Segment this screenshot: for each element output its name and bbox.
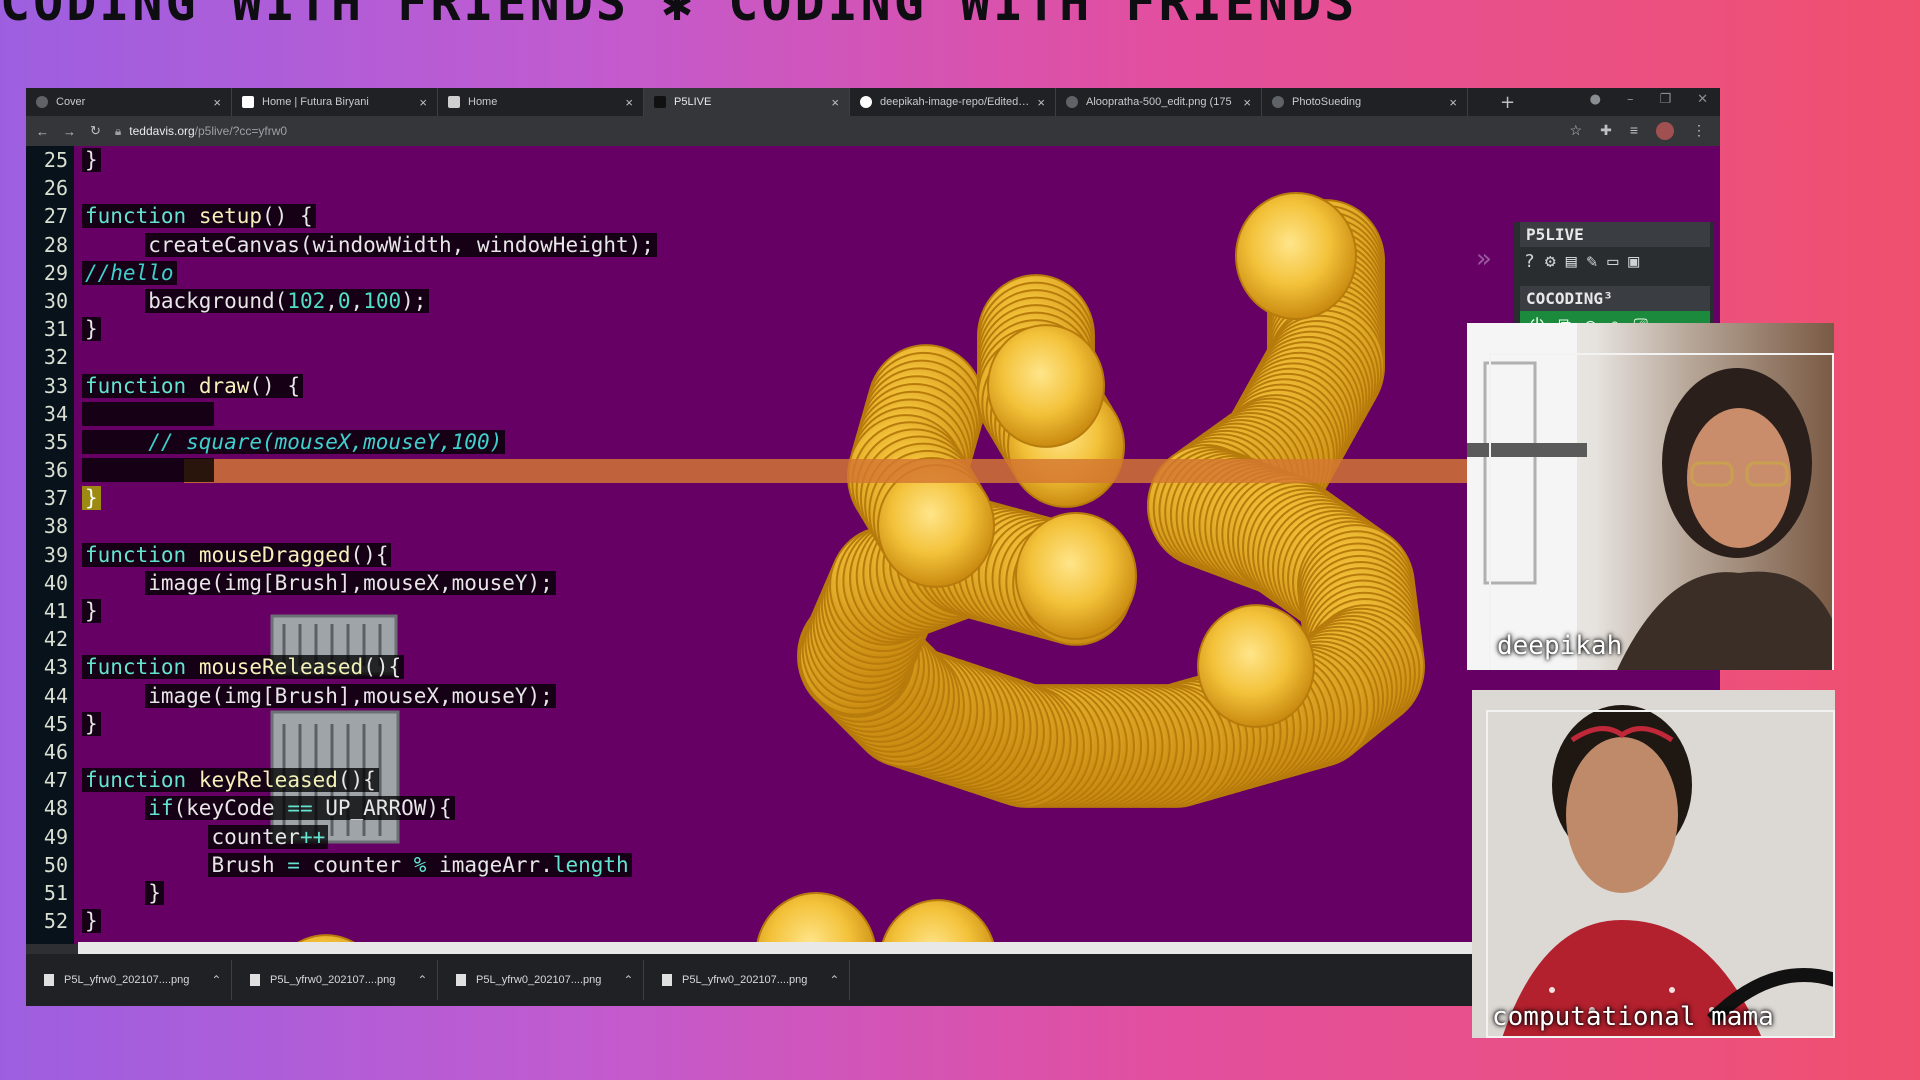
tab-github[interactable]: deepikah-image-repo/Edited ar × (850, 88, 1056, 116)
tab-bar: Cover × Home | Futura Biryani × Home × P5LI… (26, 88, 1720, 116)
record-icon[interactable]: ● (1590, 92, 1601, 107)
x-logo-icon (242, 96, 254, 108)
lock-icon: 🔒︎ (114, 123, 122, 138)
participant-name: deepikah (1497, 631, 1623, 661)
tab-aloopratha[interactable]: Aloopratha-500_edit.png (175 × (1056, 88, 1262, 116)
download-item[interactable]: P5L_yfrw0_202107....png ⌃ (232, 960, 438, 1000)
reload-icon[interactable]: ↻ (90, 123, 101, 139)
globe-icon (36, 96, 48, 108)
chevron-up-icon[interactable]: ⌃ (829, 973, 839, 987)
p5live-toolbar: ? ⚙ ▤ ✎ ▭ ▣ (1514, 247, 1714, 276)
close-icon[interactable]: × (1449, 95, 1457, 110)
menu-icon[interactable]: ⋮ (1692, 122, 1706, 140)
help-icon[interactable]: ? (1524, 251, 1535, 272)
downloads-bar: P5L_yfrw0_202107....png ⌃ P5L_yfrw0_20210… (26, 954, 1720, 1006)
tab-cover[interactable]: Cover × (26, 88, 232, 116)
close-icon[interactable]: × (1037, 95, 1045, 110)
paratha-image (987, 324, 1105, 448)
reading-list-icon[interactable]: ≡ (1630, 122, 1638, 140)
home-icon (448, 96, 460, 108)
paratha-image (877, 464, 995, 588)
line-number-gutter: 25 26 27 28 29 30 31 32 33 34 35 36 37 3… (26, 146, 74, 944)
forward-icon[interactable]: → (63, 124, 76, 139)
collapse-panel-icon[interactable]: » (1476, 244, 1492, 274)
paratha-image (1197, 604, 1315, 728)
webcam-computational-mama: computational mama (1472, 690, 1835, 1038)
reference-icon[interactable]: ▤ (1566, 251, 1577, 272)
star-icon[interactable]: ☆ (1570, 122, 1583, 140)
github-icon (860, 96, 872, 108)
banner-title: CODING WITH FRIENDS ✱ CODING WITH FRIEND… (0, 0, 1358, 32)
window-controls: ● – ❐ ✕ (1590, 92, 1708, 107)
back-icon[interactable]: ← (36, 124, 49, 139)
download-item[interactable]: P5L_yfrw0_202107....png ⌃ (644, 960, 850, 1000)
avatar[interactable] (1656, 122, 1674, 140)
tab-p5live[interactable]: P5LIVE × (644, 88, 850, 116)
p5-viewport[interactable]: 25 26 27 28 29 30 31 32 33 34 35 36 37 3… (26, 146, 1720, 944)
close-window-icon[interactable]: ✕ (1697, 92, 1708, 107)
file-icon (250, 974, 260, 986)
paratha-image (756, 892, 876, 944)
save-icon[interactable]: ▣ (1628, 251, 1639, 272)
close-icon[interactable]: × (625, 95, 633, 110)
webcam-deepikah: deepikah (1467, 323, 1834, 670)
maximize-icon[interactable]: ❐ (1659, 92, 1671, 107)
browser-window: Cover × Home | Futura Biryani × Home × P5LI… (26, 88, 1720, 1006)
file-icon (456, 974, 466, 986)
url-field[interactable]: 🔒︎ teddavis.org/p5live/?cc=yfrw0 (115, 124, 287, 139)
chevron-up-icon[interactable]: ⌃ (623, 973, 633, 987)
video-frame-border (1486, 710, 1835, 1038)
new-tab-button[interactable]: + (1500, 92, 1515, 113)
p5live-icon (654, 96, 666, 108)
p5live-title: P5LIVE (1520, 222, 1710, 247)
tab-photosueding[interactable]: PhotoSueding × (1262, 88, 1468, 116)
video-frame-border (1489, 353, 1834, 670)
cocoding-title: COCODING³ (1520, 286, 1710, 311)
minimize-icon[interactable]: – (1627, 92, 1634, 107)
close-icon[interactable]: × (213, 95, 221, 110)
globe-icon (1066, 96, 1078, 108)
paratha-image (881, 899, 995, 944)
browser-toolbar-icons: ☆ ✚ ≡ ⋮ (1570, 122, 1706, 140)
tab-home[interactable]: Home × (438, 88, 644, 116)
close-icon[interactable]: × (419, 95, 427, 110)
extensions-icon[interactable]: ✚ (1600, 122, 1612, 140)
file-icon (662, 974, 672, 986)
close-icon[interactable]: × (831, 95, 839, 110)
code-editor[interactable]: } function setup() { createCanvas(window… (82, 146, 657, 935)
paratha-image (1015, 512, 1137, 640)
download-item[interactable]: P5L_yfrw0_202107....png ⌃ (438, 960, 644, 1000)
paratha-image (1235, 192, 1357, 320)
chevron-up-icon[interactable]: ⌃ (417, 973, 427, 987)
globe-icon (1272, 96, 1284, 108)
present-icon[interactable]: ▭ (1607, 251, 1618, 272)
chevron-up-icon[interactable]: ⌃ (211, 973, 221, 987)
file-icon (44, 974, 54, 986)
edit-icon[interactable]: ✎ (1587, 251, 1598, 272)
horizontal-scrollbar[interactable] (78, 942, 1528, 954)
participant-name: computational mama (1492, 1002, 1774, 1032)
download-item[interactable]: P5L_yfrw0_202107....png ⌃ (26, 960, 232, 1000)
settings-icon[interactable]: ⚙ (1545, 251, 1556, 272)
tab-futura-biryani[interactable]: Home | Futura Biryani × (232, 88, 438, 116)
close-icon[interactable]: × (1243, 95, 1251, 110)
address-bar: ← → ↻ 🔒︎ teddavis.org/p5live/?cc=yfrw0 ☆… (26, 116, 1720, 146)
